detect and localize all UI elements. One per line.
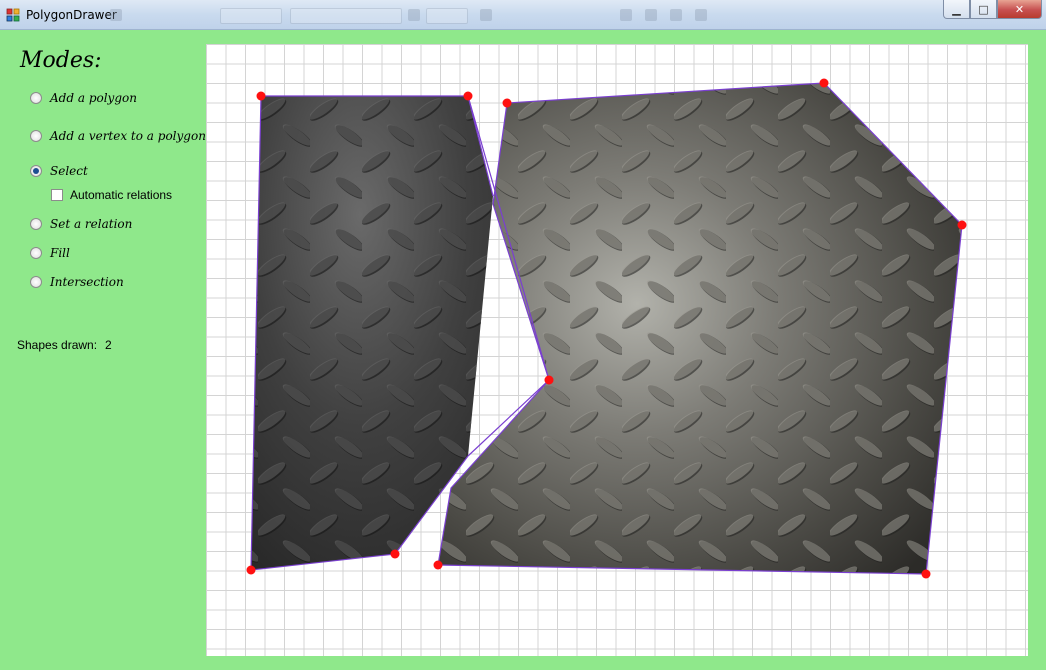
close-button[interactable]: ✕: [997, 0, 1042, 19]
maximize-icon: □: [978, 2, 989, 16]
vertex-handle[interactable]: [957, 220, 967, 230]
vertex-handle[interactable]: [463, 91, 473, 101]
radio-select[interactable]: [30, 165, 42, 177]
vertex-handle[interactable]: [502, 98, 512, 108]
automatic-relations-option[interactable]: Automatic relations: [51, 188, 172, 202]
mode-label: Intersection: [50, 275, 124, 289]
automatic-relations-label: Automatic relations: [70, 188, 173, 202]
mode-fill[interactable]: Fill: [30, 246, 70, 260]
maximize-button[interactable]: □: [970, 0, 997, 19]
mode-add-vertex[interactable]: Add a vertex to a polygon: [30, 129, 206, 143]
client-area: Modes: Add a polygon Add a vertex to a p…: [0, 30, 1046, 670]
mode-label: Set a relation: [50, 217, 133, 231]
title-bar[interactable]: PolygonDrawer ▁ □ ✕: [0, 0, 1046, 30]
mode-label: Fill: [50, 246, 70, 260]
radio-add-polygon[interactable]: [30, 92, 42, 104]
shapes-drawn-label: Shapes drawn:: [17, 338, 98, 352]
radio-fill[interactable]: [30, 247, 42, 259]
window-title: PolygonDrawer: [26, 8, 117, 22]
vertex-handle[interactable]: [433, 560, 443, 570]
mode-label: Add a vertex to a polygon: [50, 129, 206, 143]
modes-heading: Modes:: [20, 48, 102, 73]
polygon-right-texture: [438, 83, 962, 574]
polygon-drawing[interactable]: [206, 44, 1028, 656]
vertex-handle[interactable]: [921, 569, 931, 579]
background-toolbar-ghost: [110, 6, 720, 24]
mode-label: Select: [50, 164, 88, 178]
vertex-handle[interactable]: [819, 78, 829, 88]
mode-set-relation[interactable]: Set a relation: [30, 217, 132, 231]
app-icon: [6, 8, 20, 22]
drawing-canvas[interactable]: [206, 44, 1028, 656]
shapes-drawn-count: 2: [105, 338, 112, 352]
minimize-button[interactable]: ▁: [943, 0, 970, 19]
vertex-handle[interactable]: [246, 565, 256, 575]
mode-select[interactable]: Select: [30, 164, 88, 178]
mode-add-polygon[interactable]: Add a polygon: [30, 91, 137, 105]
vertex-handle[interactable]: [390, 549, 400, 559]
mode-intersection[interactable]: Intersection: [30, 275, 124, 289]
close-icon: ✕: [1014, 2, 1025, 16]
window-controls: ▁ □ ✕: [943, 0, 1042, 20]
minimize-icon: ▁: [952, 2, 961, 16]
radio-add-vertex[interactable]: [30, 130, 42, 142]
automatic-relations-checkbox[interactable]: [51, 189, 63, 201]
vertex-handle[interactable]: [544, 375, 554, 385]
radio-set-relation[interactable]: [30, 218, 42, 230]
vertex-handle[interactable]: [256, 91, 266, 101]
radio-intersection[interactable]: [30, 276, 42, 288]
mode-label: Add a polygon: [50, 91, 137, 105]
